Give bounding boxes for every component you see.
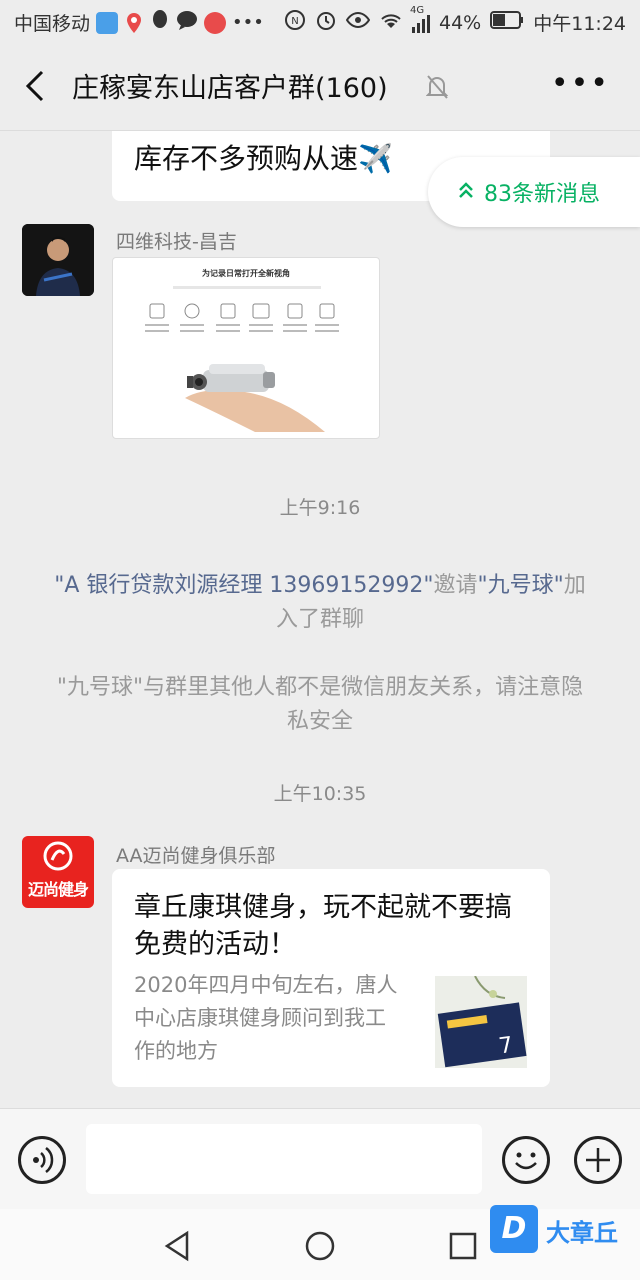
inviter-link[interactable]: "A 银行贷款刘源经理 13969152992" [54, 573, 433, 598]
watermark-logo: D 大章丘 [490, 1205, 638, 1253]
invite-verb: 邀请 [433, 573, 478, 598]
wifi-icon [379, 11, 403, 34]
nav-back-button[interactable] [160, 1229, 194, 1263]
sender-name: AA迈尚健身俱乐部 [116, 845, 276, 867]
battery-icon [490, 11, 524, 34]
more-notifications-icon: ••• [232, 12, 264, 33]
invitee-link[interactable]: "九号球" [478, 573, 564, 598]
chat-header: 庄稼宴东山店客户群(160) ••• [0, 44, 640, 131]
timestamp: 上午9:16 [279, 497, 361, 519]
eye-icon [345, 11, 371, 34]
system-navigation-bar: D 大章丘 [0, 1205, 640, 1280]
avatar-logo-icon [43, 841, 73, 871]
double-chevron-up-icon [458, 181, 474, 203]
message-text: 库存不多预购从速✈️ [134, 142, 393, 175]
muted-bell-icon [425, 74, 449, 100]
voice-input-button[interactable] [18, 1136, 66, 1184]
voice-icon [33, 1147, 54, 1173]
system-message-invite: "A 银行贷款刘源经理 13969152992"邀请"九号球"加入了群聊 [50, 569, 590, 637]
more-functions-button[interactable] [574, 1136, 622, 1184]
card-title: 章丘康琪健身，玩不起就不要搞免费的活动！ [134, 892, 512, 960]
drone-product-illustration [145, 286, 339, 432]
message-image[interactable]: 为记录日常打开全新视角 [112, 257, 380, 439]
clock-label: 中午11:24 [533, 13, 626, 35]
avatar[interactable] [22, 224, 94, 296]
watermark-icon: D [490, 1205, 538, 1253]
avatar-text: 迈尚健身 [27, 880, 89, 899]
nfc-icon: N [284, 9, 306, 36]
weibo-icon [204, 11, 227, 34]
signal-icon: 4G [410, 5, 430, 33]
square-recents-icon [449, 1232, 477, 1260]
chat-message-list[interactable]: 品 库存不多预购从速✈️ 83条新消息 四维科技-昌吉 为记录日常打开全新视角 [0, 131, 640, 1108]
message-icon [176, 10, 198, 35]
message-input-bar [0, 1108, 640, 1209]
link-card-message[interactable]: 章丘康琪健身，玩不起就不要搞免费的活动！ 2020年四月中旬左右，唐人中心店康琪… [112, 869, 550, 1087]
battery-label: 44% [439, 11, 482, 34]
map-pin-icon [124, 12, 144, 34]
card-thumbnail: 7 [435, 976, 527, 1068]
alarm-icon [315, 9, 337, 36]
back-button[interactable] [22, 64, 52, 108]
triangle-back-icon [164, 1230, 189, 1262]
new-messages-label: 83条新消息 [484, 182, 600, 207]
system-message-privacy: "九号球"与群里其他人都不是微信朋友关系，请注意隐私安全 [56, 675, 584, 734]
qq-icon [150, 9, 170, 36]
app-notification-icon [96, 11, 119, 34]
sender-name: 四维科技-昌吉 [116, 231, 237, 253]
emoji-icon [515, 1152, 537, 1170]
circle-home-icon [305, 1231, 335, 1261]
chat-title: 庄稼宴东山店客户群(160) [72, 73, 388, 104]
timestamp: 上午10:35 [273, 783, 367, 805]
avatar[interactable]: 迈尚健身 [22, 836, 94, 908]
carrier-label: 中国移动 [14, 13, 91, 35]
watermark-letter: D [501, 1211, 527, 1246]
chevron-left-icon [25, 70, 44, 102]
new-messages-button[interactable]: 83条新消息 [428, 157, 640, 227]
watermark-text: 大章丘 [546, 1219, 618, 1247]
more-options-button[interactable]: ••• [551, 69, 610, 99]
network-type-label: 4G [410, 4, 425, 16]
nav-recents-button[interactable] [446, 1229, 480, 1263]
nav-home-button[interactable] [303, 1229, 337, 1263]
svg-text:N: N [291, 16, 298, 27]
status-bar: 中国移动 ••• N 4G 44% 中午11:24 [0, 0, 640, 44]
message-input[interactable] [86, 1124, 482, 1194]
emoji-button[interactable] [502, 1136, 550, 1184]
card-description: 2020年四月中旬左右，唐人中心店康琪健身顾问到我工作的地方 [134, 973, 398, 1063]
plus-icon [586, 1148, 610, 1172]
